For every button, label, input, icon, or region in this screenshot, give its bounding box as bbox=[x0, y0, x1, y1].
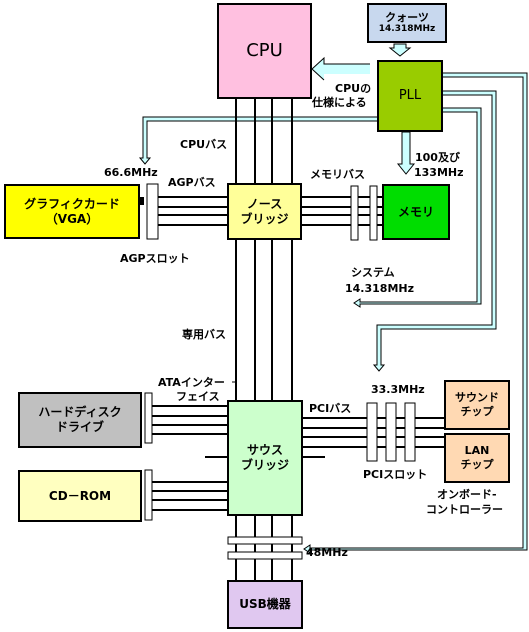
north-bridge-box: ノース ブリッジ bbox=[227, 183, 302, 240]
graphics-card-label-2: （VGA） bbox=[45, 211, 99, 226]
south-bridge-label-1: サウス bbox=[246, 443, 283, 457]
pci-bus-label: PCIバス bbox=[309, 402, 351, 415]
memory-freq-label-1: 100及び bbox=[415, 150, 461, 164]
pll-box: PLL bbox=[377, 60, 443, 132]
agp-bus-lines bbox=[158, 196, 228, 226]
ata-label-2: フェイス bbox=[176, 390, 220, 403]
lan-chip-box: LAN チップ bbox=[444, 433, 510, 483]
ata-connector-hdd bbox=[144, 392, 153, 444]
memory-box: メモリ bbox=[382, 184, 450, 240]
memory-freq-label-2: 133MHz bbox=[414, 166, 464, 179]
pci-slot-label: PCIスロット bbox=[363, 468, 427, 481]
lan-chip-label-1: LAN bbox=[464, 444, 490, 458]
onboard-label-1: オンボード- bbox=[437, 487, 497, 501]
cdrom-box: CD－ROM bbox=[18, 470, 142, 522]
diagram-labels: CPUの 仕様による CPUバス 66.6MHz AGPバス AGPスロット メ… bbox=[104, 82, 503, 559]
lan-chip-label-2: チップ bbox=[460, 458, 494, 471]
agp-clock-line bbox=[138, 116, 379, 165]
north-bridge-label-1: ノース bbox=[246, 196, 283, 211]
sound-chip-label-2: チップ bbox=[460, 405, 494, 418]
agp-slot-label: AGPスロット bbox=[120, 252, 190, 265]
usb-connector-1 bbox=[227, 536, 303, 545]
agp-slot bbox=[146, 183, 159, 240]
onboard-label-2: コントローラー bbox=[426, 503, 503, 516]
quartz-label-2: 14.318MHz bbox=[378, 24, 436, 35]
pll-label: PLL bbox=[398, 87, 422, 103]
cpu-spec-label-1: CPUの bbox=[335, 82, 371, 95]
pci-slot-2 bbox=[385, 402, 397, 462]
hdd-box: ハードディスク ドライブ bbox=[18, 392, 142, 448]
sound-chip-label-1: サウンド bbox=[455, 391, 499, 405]
graphics-card-label-1: グラフィクカード bbox=[24, 196, 120, 211]
usb-freq-label: 48MHz bbox=[306, 546, 348, 559]
hdd-label-2: ドライブ bbox=[55, 420, 104, 434]
quartz-label-1: クォーツ bbox=[385, 10, 429, 24]
cpu-box: CPU bbox=[217, 3, 312, 99]
hdd-label-1: ハードディスク bbox=[38, 405, 122, 419]
memory-label: メモリ bbox=[397, 204, 434, 219]
graphics-card-connector bbox=[139, 197, 144, 205]
ata-connector-cdrom bbox=[144, 469, 153, 521]
south-bridge-label-2: ブリッジ bbox=[240, 458, 289, 472]
agp-freq-label: 66.6MHz bbox=[104, 166, 158, 179]
cpu-bus-label: CPUバス bbox=[180, 138, 227, 151]
memory-clock-line bbox=[396, 131, 416, 175]
north-bridge-label-2: ブリッジ bbox=[240, 211, 289, 226]
usb-device-box: USB機器 bbox=[227, 580, 303, 629]
agp-bus-label: AGPバス bbox=[168, 176, 216, 189]
graphics-card-box: グラフィクカード （VGA） bbox=[4, 184, 140, 239]
quartz-box: クォーツ 14.318MHz bbox=[367, 3, 447, 43]
quartz-to-pll-arrow bbox=[388, 43, 412, 57]
cdrom-label: CD－ROM bbox=[48, 488, 112, 503]
memory-slot-1 bbox=[350, 185, 359, 241]
system-clock-label-1: システム bbox=[351, 266, 395, 279]
cpu-label: CPU bbox=[246, 39, 283, 61]
usb-device-label: USB機器 bbox=[239, 597, 291, 611]
pci-slot-1 bbox=[366, 402, 378, 462]
south-bridge-box: サウス ブリッジ bbox=[227, 400, 303, 516]
dedicated-bus-label: 専用バス bbox=[182, 327, 226, 341]
pci-slot-3 bbox=[404, 402, 416, 462]
memory-bus-label: メモリバス bbox=[310, 168, 365, 181]
ata-bus-lines bbox=[152, 405, 228, 511]
memory-slot-2 bbox=[369, 185, 378, 241]
cpu-spec-label-2: 仕様による bbox=[311, 95, 367, 109]
usb-connector-2 bbox=[227, 551, 303, 560]
pci-freq-label: 33.3MHz bbox=[371, 383, 425, 396]
ata-label-1: ATAインター bbox=[158, 376, 225, 389]
sound-chip-box: サウンド チップ bbox=[444, 380, 510, 430]
system-clock-label-2: 14.318MHz bbox=[345, 282, 414, 295]
